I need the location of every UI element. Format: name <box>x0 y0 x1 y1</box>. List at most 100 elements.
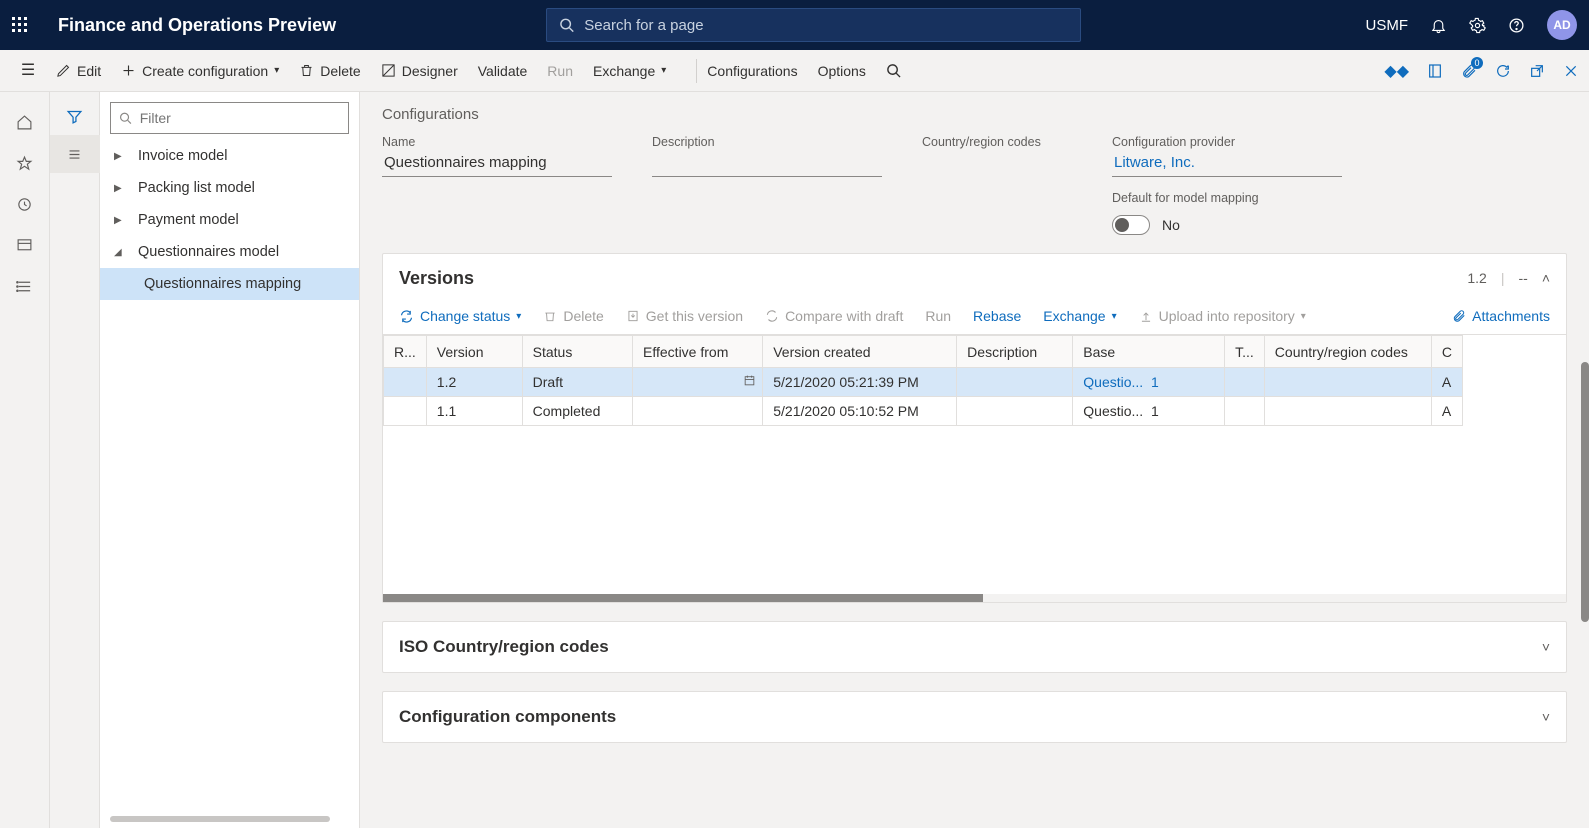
home-icon[interactable] <box>16 114 33 131</box>
run-button: Run <box>547 63 573 79</box>
waffle-icon[interactable] <box>12 17 40 33</box>
rebase-button[interactable]: Rebase <box>973 308 1021 324</box>
designer-button[interactable]: Designer <box>381 63 458 79</box>
tree-item-questionnaires-mapping[interactable]: Questionnaires mapping <box>100 268 359 300</box>
search-input[interactable] <box>584 17 1068 34</box>
app-title: Finance and Operations Preview <box>58 15 336 36</box>
paperclip-icon <box>1452 309 1466 323</box>
popout-icon[interactable] <box>1529 63 1545 79</box>
company-code[interactable]: USMF <box>1366 17 1409 34</box>
workspace-icon[interactable] <box>16 237 33 254</box>
chevron-down-icon: ▾ <box>274 65 279 76</box>
avatar[interactable]: AD <box>1547 10 1577 40</box>
designer-icon <box>381 63 396 78</box>
nav-filter-panel <box>50 92 100 828</box>
description-value[interactable] <box>652 153 882 177</box>
field-provider: Configuration provider Litware, Inc. Def… <box>1112 135 1342 235</box>
global-search[interactable] <box>546 8 1081 42</box>
tree-item-packing-list-model[interactable]: ▶ Packing list model <box>100 172 359 204</box>
col-t[interactable]: T... <box>1225 336 1265 368</box>
refresh-icon[interactable] <box>1495 63 1511 79</box>
col-status[interactable]: Status <box>522 336 632 368</box>
tree-item-payment-model[interactable]: ▶ Payment model <box>100 204 359 236</box>
close-icon[interactable] <box>1563 63 1579 79</box>
options-nav[interactable]: Options <box>818 63 866 79</box>
content: Configurations Name Questionnaires mappi… <box>360 92 1589 828</box>
col-c[interactable]: C <box>1431 336 1462 368</box>
edit-button[interactable]: Edit <box>56 63 101 79</box>
create-configuration-button[interactable]: Create configuration ▾ <box>121 63 279 79</box>
versions-summary: 1.2 <box>1467 270 1486 286</box>
search-icon <box>559 17 574 33</box>
refresh-icon <box>399 309 414 324</box>
table-row[interactable]: 1.1 Completed 5/21/2020 05:10:52 PM Ques… <box>384 397 1463 426</box>
upload-button: Upload into repository▾ <box>1139 308 1306 324</box>
col-effective[interactable]: Effective from <box>633 336 763 368</box>
collapse-icon[interactable]: ˄ <box>1542 270 1550 286</box>
caret-right-icon: ▶ <box>114 183 128 194</box>
bell-icon[interactable] <box>1430 17 1447 34</box>
funnel-icon[interactable] <box>66 108 83 125</box>
col-created[interactable]: Version created <box>763 336 957 368</box>
country-value <box>922 153 1072 177</box>
components-section[interactable]: Configuration components ˅ <box>382 691 1567 743</box>
tree-filter[interactable] <box>110 102 349 134</box>
trash-icon <box>543 309 557 323</box>
grid-hscroll[interactable] <box>383 594 1566 602</box>
default-mapping-toggle[interactable] <box>1112 215 1150 235</box>
field-country: Country/region codes <box>922 135 1072 235</box>
caret-right-icon: ▶ <box>114 151 128 162</box>
col-r[interactable]: R... <box>384 336 427 368</box>
modules-icon[interactable] <box>16 278 33 295</box>
chevron-down-icon[interactable]: ˅ <box>1542 639 1550 655</box>
change-status-button[interactable]: Change status ▾ <box>399 308 521 324</box>
search-icon <box>119 111 132 125</box>
pencil-icon <box>56 63 71 78</box>
tree-item-invoice-model[interactable]: ▶ Invoice model <box>100 140 359 172</box>
attachments-icon[interactable] <box>1461 63 1477 79</box>
gear-icon[interactable] <box>1469 17 1486 34</box>
validate-button[interactable]: Validate <box>478 63 528 79</box>
upload-icon <box>1139 309 1153 323</box>
tree-item-questionnaires-model[interactable]: ◢ Questionnaires model <box>100 236 359 268</box>
attachments-button[interactable]: Attachments <box>1452 308 1550 324</box>
col-country[interactable]: Country/region codes <box>1264 336 1431 368</box>
table-row[interactable]: 1.2 Draft 5/21/2020 05:21:39 PM Questio.… <box>384 368 1463 397</box>
chevron-down-icon[interactable]: ˅ <box>1542 709 1550 725</box>
calendar-icon[interactable] <box>743 374 756 387</box>
col-description[interactable]: Description <box>957 336 1073 368</box>
action-bar: Edit Create configuration ▾ Delete Desig… <box>0 50 1589 92</box>
caret-right-icon: ▶ <box>114 215 128 226</box>
action-search-button[interactable] <box>886 63 901 78</box>
provider-link[interactable]: Litware, Inc. <box>1112 153 1342 177</box>
star-icon[interactable] <box>16 155 33 172</box>
versions-card: Versions 1.2 | -- ˄ Change status ▾ Dele… <box>382 253 1567 603</box>
get-version-button: Get this version <box>626 308 743 324</box>
topbar: Finance and Operations Preview USMF AD <box>0 0 1589 50</box>
col-version[interactable]: Version <box>426 336 522 368</box>
content-vscroll[interactable] <box>1581 362 1589 622</box>
search-icon <box>886 63 901 78</box>
chevron-down-icon: ▾ <box>661 65 666 76</box>
tree-hscroll[interactable] <box>110 816 330 822</box>
iso-section[interactable]: ISO Country/region codes ˅ <box>382 621 1567 673</box>
personalize-icon[interactable]: ◆◆ <box>1384 61 1409 81</box>
left-rail <box>0 92 50 828</box>
download-icon <box>626 309 640 323</box>
help-icon[interactable] <box>1508 17 1525 34</box>
versions-grid: R... Version Status Effective from Versi… <box>383 334 1566 602</box>
versions-title: Versions <box>399 268 474 289</box>
list-view-icon[interactable] <box>50 135 100 173</box>
delete-button[interactable]: Delete <box>299 63 360 79</box>
office-icon[interactable] <box>1427 63 1443 79</box>
filter-input[interactable] <box>140 110 340 126</box>
menu-toggle-icon[interactable]: ☰ <box>14 60 42 80</box>
recent-icon[interactable] <box>16 196 33 213</box>
col-base[interactable]: Base <box>1073 336 1225 368</box>
version-exchange-button[interactable]: Exchange▾ <box>1043 308 1116 324</box>
name-value[interactable]: Questionnaires mapping <box>382 153 612 177</box>
exchange-button[interactable]: Exchange ▾ <box>593 63 666 79</box>
section-heading: Configurations <box>382 106 1567 123</box>
versions-toolbar: Change status ▾ Delete Get this version … <box>383 302 1566 334</box>
configurations-nav[interactable]: Configurations <box>707 63 797 79</box>
